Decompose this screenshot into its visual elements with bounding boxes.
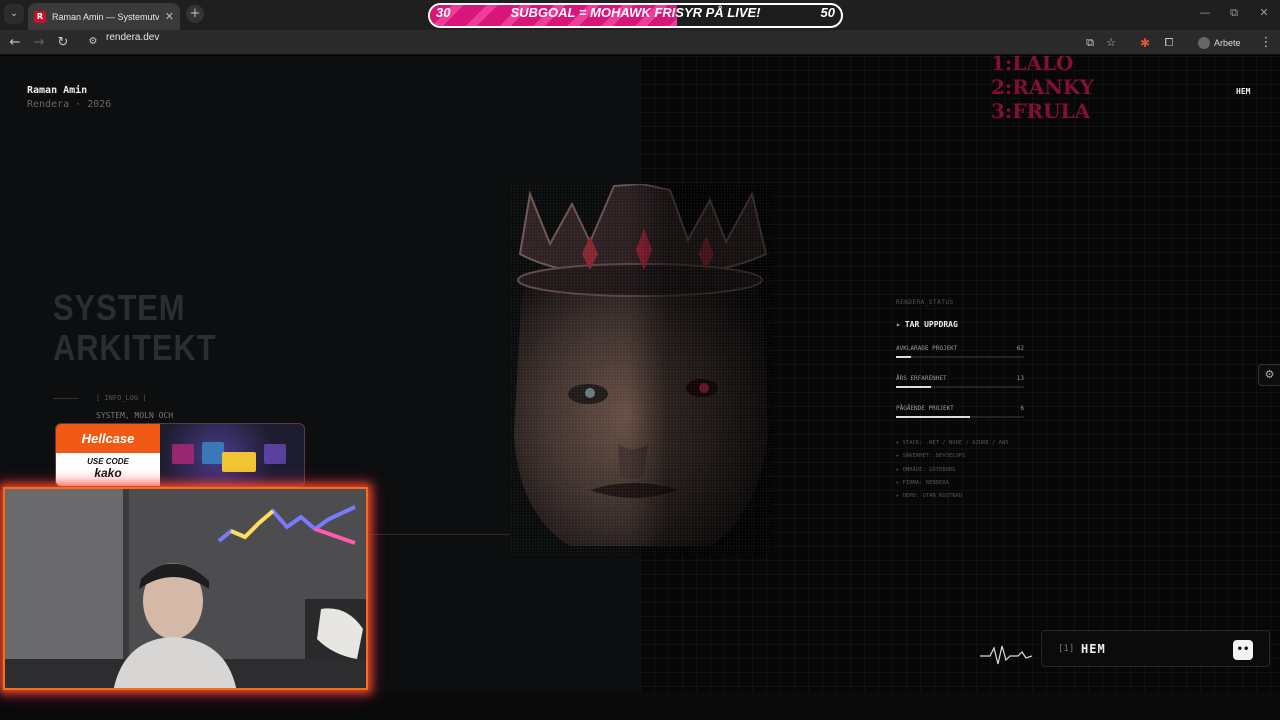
command-index: [1] [1058,644,1075,654]
hero-title-line: SYSTEM [53,287,186,328]
meta-item: ▸ SÄKERHET: DEVSECOPS [896,453,966,460]
sponsor-banner: Hellcase USE CODE kako [55,423,305,487]
reload-icon[interactable]: ↻ [54,34,72,52]
status-stats: AVKLARADE PROJEKT 62 ÅRS ERFARENHET 13 PÅGÅE… [896,345,1026,419]
hero-title-line: ARKITEKT [53,327,217,368]
subgoal-label: SUBGOAL = MOHAWK FRISYR PÅ LIVE! [510,5,761,20]
hero-title: SYSTEM ARKITEKT [53,288,216,368]
meta-item: ▸ OMRÅDE: GÖTEBORG [896,466,956,473]
browser-menu-icon[interactable]: ⋮ [1257,34,1275,52]
browser-toolbar: ← → ↻ ⚙ rendera.dev ⧉ ☆ ✱ ⧠ Arbete ⋮ [0,30,1280,55]
info-divider [53,398,79,399]
subgoal-target-count: 50 [820,5,835,20]
settings-gear-icon[interactable]: ⚙ [1258,364,1280,386]
meta-item: ▸ STACK: .NET / NODE / AZURE / AWS [896,440,1009,446]
stat-progress-track [896,416,1024,418]
status-stat-row: AVKLARADE PROJEKT 62 [896,345,1026,359]
stream-bottom-band [0,692,1280,720]
tab-title: Raman Amin — Systemutveckla [52,11,159,22]
meta-item: ▸ FIRMA: RENDERA [896,479,949,486]
stat-label: ÅRS ERFARENHET [896,375,947,382]
tab-search-menu-button[interactable]: ⌄ [4,4,24,24]
extensions-puzzle-icon[interactable]: ⧠ [1160,34,1178,52]
stat-value: 62 [1016,345,1024,352]
status-stat-row: ÅRS ERFARENHET 13 [896,375,1026,389]
site-info-icon[interactable]: ⚙ [84,33,102,51]
tab-close-icon[interactable]: ✕ [165,10,174,23]
ranking-item: 2:RANKY [991,75,1094,99]
install-app-icon[interactable]: ⧉ [1081,34,1099,52]
site-favicon-icon: R [34,10,46,23]
new-tab-button[interactable]: + [186,5,204,23]
stat-progress-track [896,356,1024,358]
stat-progress-fill [896,416,971,418]
status-meta-list: ▸ STACK: .NET / NODE / AZURE / AWS ▸ SÄK… [896,437,1026,503]
webcam-feed-image [5,489,366,688]
stat-label: AVKLARADE PROJEKT [896,345,958,352]
profile-chip[interactable]: Arbete [1198,33,1241,52]
stat-value: 6 [1020,405,1024,412]
webcam-overlay [3,487,368,690]
address-url: rendera.dev [106,32,160,43]
nav-home-link[interactable]: HEM [1236,87,1250,96]
bookmark-star-icon[interactable]: ☆ [1102,34,1120,52]
heartbeat-pulse-icon [980,645,1032,665]
forward-arrow-icon[interactable]: → [30,34,48,52]
profile-name: Arbete [1214,37,1241,48]
brand-name[interactable]: Raman Amin [27,85,87,96]
brand-subtitle: Rendera · 2026 [27,99,112,110]
back-arrow-icon[interactable]: ← [6,34,24,52]
command-bar[interactable]: [1] HEM •• [1041,630,1270,667]
meta-item: ▸ DEMO: UTAN KOSTNAD [896,493,963,500]
command-dots-button[interactable]: •• [1233,640,1253,660]
sponsor-case-artwork [160,424,304,486]
minimize-window-button[interactable]: — [1195,6,1215,19]
info-log-label: [ INFO_LOG ] [96,394,147,402]
sponsor-brand: Hellcase [56,424,160,453]
status-headline-text: TAR UPPDRAG [904,320,958,329]
command-label: HEM [1081,642,1106,656]
stat-label: PÅGÅENDE PROJEKT [896,405,954,412]
ranking-item: 1:LALO [991,56,1074,75]
sponsor-code-value: kako [94,466,122,480]
extension-burst-icon[interactable]: ✱ [1136,34,1154,52]
stat-value: 13 [1016,375,1024,382]
browser-tab-bar: ⌄ R Raman Amin — Systemutveckla ✕ + 30 S… [0,0,1280,30]
ranking-item: 3:FRULA [991,99,1091,123]
viewer-ranking-overlay: 1:LALO 2:RANKY 3:FRULA [991,56,1094,123]
browser-tab-active[interactable]: R Raman Amin — Systemutveckla ✕ [28,3,180,30]
crowned-portrait-image [510,184,772,556]
subgoal-progress-bar: 30 SUBGOAL = MOHAWK FRISYR PÅ LIVE! 50 [428,3,843,28]
status-label: RENDERA_STATUS [896,299,954,306]
status-headline: ▸ TAR UPPDRAG [896,320,1026,329]
address-bar[interactable]: ⚙ rendera.dev [82,32,1182,53]
stat-progress-fill [896,386,931,388]
info-log-text: SYSTEM, MOLN OCH [96,411,174,420]
sponsor-code-box: USE CODE kako [56,453,160,486]
restore-window-button[interactable]: ⧉ [1224,6,1244,20]
stat-progress-track [896,386,1024,388]
stat-progress-fill [896,356,912,358]
sponsor-code-label: USE CODE [87,457,129,466]
horizontal-divider [370,534,510,535]
status-panel: RENDERA_STATUS ▸ TAR UPPDRAG AVKLARADE PR… [896,299,1026,503]
close-window-button[interactable]: ✕ [1254,6,1274,19]
status-stat-row: PÅGÅENDE PROJEKT 6 [896,405,1026,419]
status-arrow-icon: ▸ [896,320,901,329]
profile-avatar [1198,36,1210,49]
